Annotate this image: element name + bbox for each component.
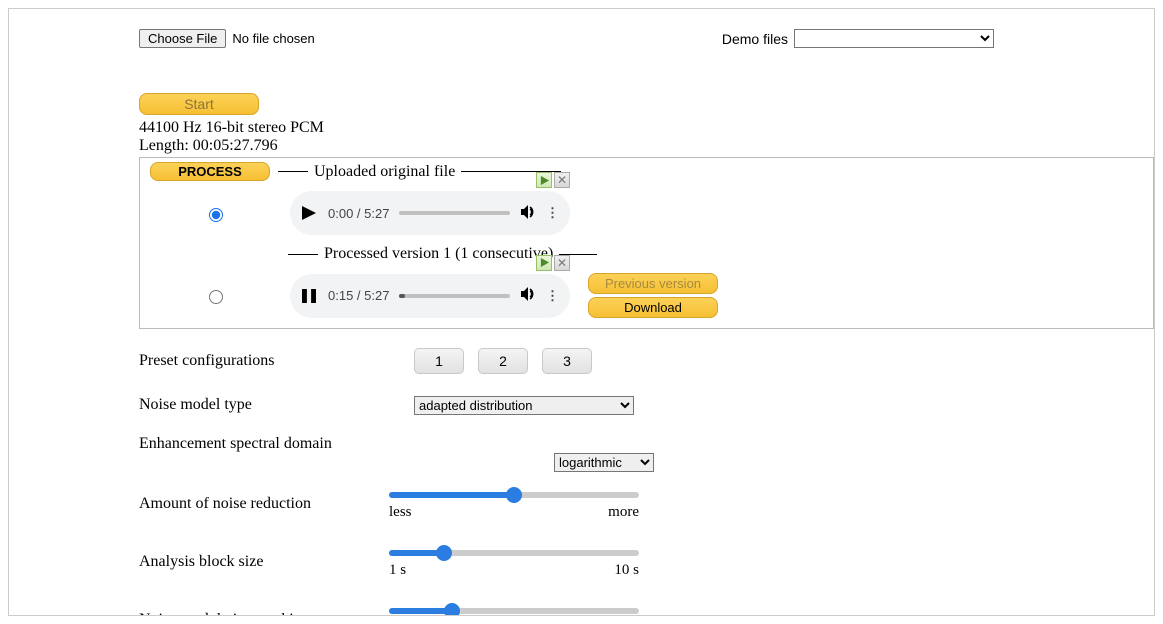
- start-button[interactable]: Start: [139, 93, 259, 115]
- config-area: Preset configurations 1 2 3 Noise model …: [9, 339, 1154, 616]
- choose-file-button[interactable]: Choose File: [139, 29, 226, 48]
- modulation-label: Noise modulation tracking: [139, 611, 389, 616]
- noise-reduction-row: Amount of noise reduction less more: [139, 482, 1154, 526]
- pause-icon[interactable]: [300, 289, 318, 303]
- audio-length: Length: 00:05:27.796: [9, 137, 1154, 155]
- volume-icon[interactable]: [520, 204, 536, 223]
- nr-right: more: [608, 504, 639, 521]
- modulation-slider[interactable]: slow fast: [389, 604, 639, 617]
- spectral-select[interactable]: logarithmic: [554, 453, 654, 472]
- demo-files-group: Demo files: [722, 29, 994, 48]
- block-size-row: Analysis block size 1 s 10 s: [139, 540, 1154, 584]
- player-panel: PROCESS Uploaded original file ✕ 0:00 / …: [139, 157, 1154, 329]
- audio-player-processed[interactable]: ✕ 0:15 / 5:27 ⋮: [290, 274, 570, 318]
- version-buttons: Previous version Download: [588, 273, 718, 318]
- player2-time: 0:15 / 5:27: [328, 288, 389, 303]
- spectral-row: Enhancement spectral domain logarithmic: [139, 427, 1154, 472]
- player-menu-icon[interactable]: ⋮: [546, 205, 560, 221]
- app-container: Choose File No file chosen Demo files St…: [8, 8, 1155, 616]
- mini-buttons-processed: ✕: [536, 255, 570, 271]
- bs-left: 1 s: [389, 562, 406, 579]
- legend-original-label: Uploaded original file: [314, 163, 455, 181]
- mini-close-icon[interactable]: ✕: [554, 255, 570, 271]
- audio-player-original[interactable]: ✕ 0:00 / 5:27 ⋮: [290, 191, 570, 235]
- preset-row: Preset configurations 1 2 3: [139, 339, 1154, 383]
- radio-original[interactable]: [209, 208, 223, 222]
- audio-row-original: ✕ 0:00 / 5:27 ⋮: [150, 191, 1143, 235]
- file-status: No file chosen: [232, 31, 314, 46]
- preset-1-button[interactable]: 1: [414, 348, 464, 374]
- start-area: Start: [9, 93, 1154, 115]
- block-size-slider[interactable]: 1 s 10 s: [389, 546, 639, 579]
- spectral-label: Enhancement spectral domain: [139, 435, 414, 453]
- mini-buttons-original: ✕: [536, 172, 570, 188]
- legend-original: Uploaded original file: [278, 163, 561, 181]
- legend-processed-label: Processed version 1 (1 consecutive): [324, 245, 553, 263]
- audio-format: 44100 Hz 16-bit stereo PCM: [9, 119, 1154, 137]
- nr-left: less: [389, 504, 412, 521]
- noise-model-label: Noise model type: [139, 396, 414, 414]
- bs-right: 10 s: [614, 562, 639, 579]
- block-size-label: Analysis block size: [139, 553, 389, 571]
- player2-progress[interactable]: [399, 294, 510, 298]
- preset-2-button[interactable]: 2: [478, 348, 528, 374]
- legend-processed-row: Processed version 1 (1 consecutive): [150, 245, 1143, 263]
- demo-files-select[interactable]: [794, 29, 994, 48]
- noise-reduction-slider[interactable]: less more: [389, 488, 639, 521]
- demo-files-label: Demo files: [722, 31, 788, 47]
- player-menu-icon[interactable]: ⋮: [546, 288, 560, 304]
- preset-buttons: 1 2 3: [414, 348, 592, 374]
- noise-model-select[interactable]: adapted distribution: [414, 396, 634, 415]
- mini-play-icon[interactable]: [536, 172, 552, 188]
- mini-play-icon[interactable]: [536, 255, 552, 271]
- audio-row-processed: ✕ 0:15 / 5:27 ⋮ Previous version Downloa…: [150, 273, 1143, 318]
- preset-3-button[interactable]: 3: [542, 348, 592, 374]
- noise-reduction-label: Amount of noise reduction: [139, 495, 389, 513]
- play-icon[interactable]: [300, 206, 318, 220]
- top-bar: Choose File No file chosen Demo files: [9, 29, 1154, 48]
- radio-processed[interactable]: [209, 290, 223, 304]
- preset-label: Preset configurations: [139, 352, 414, 370]
- process-button[interactable]: PROCESS: [150, 162, 270, 181]
- file-chooser: Choose File No file chosen: [139, 29, 315, 48]
- player1-time: 0:00 / 5:27: [328, 206, 389, 221]
- noise-model-row: Noise model type adapted distribution: [139, 383, 1154, 427]
- download-button[interactable]: Download: [588, 297, 718, 318]
- modulation-row: Noise modulation tracking slow fast: [139, 598, 1154, 616]
- player1-progress[interactable]: [399, 211, 510, 215]
- volume-icon[interactable]: [520, 286, 536, 305]
- process-row: PROCESS Uploaded original file: [150, 162, 1143, 181]
- mini-close-icon[interactable]: ✕: [554, 172, 570, 188]
- previous-version-button[interactable]: Previous version: [588, 273, 718, 294]
